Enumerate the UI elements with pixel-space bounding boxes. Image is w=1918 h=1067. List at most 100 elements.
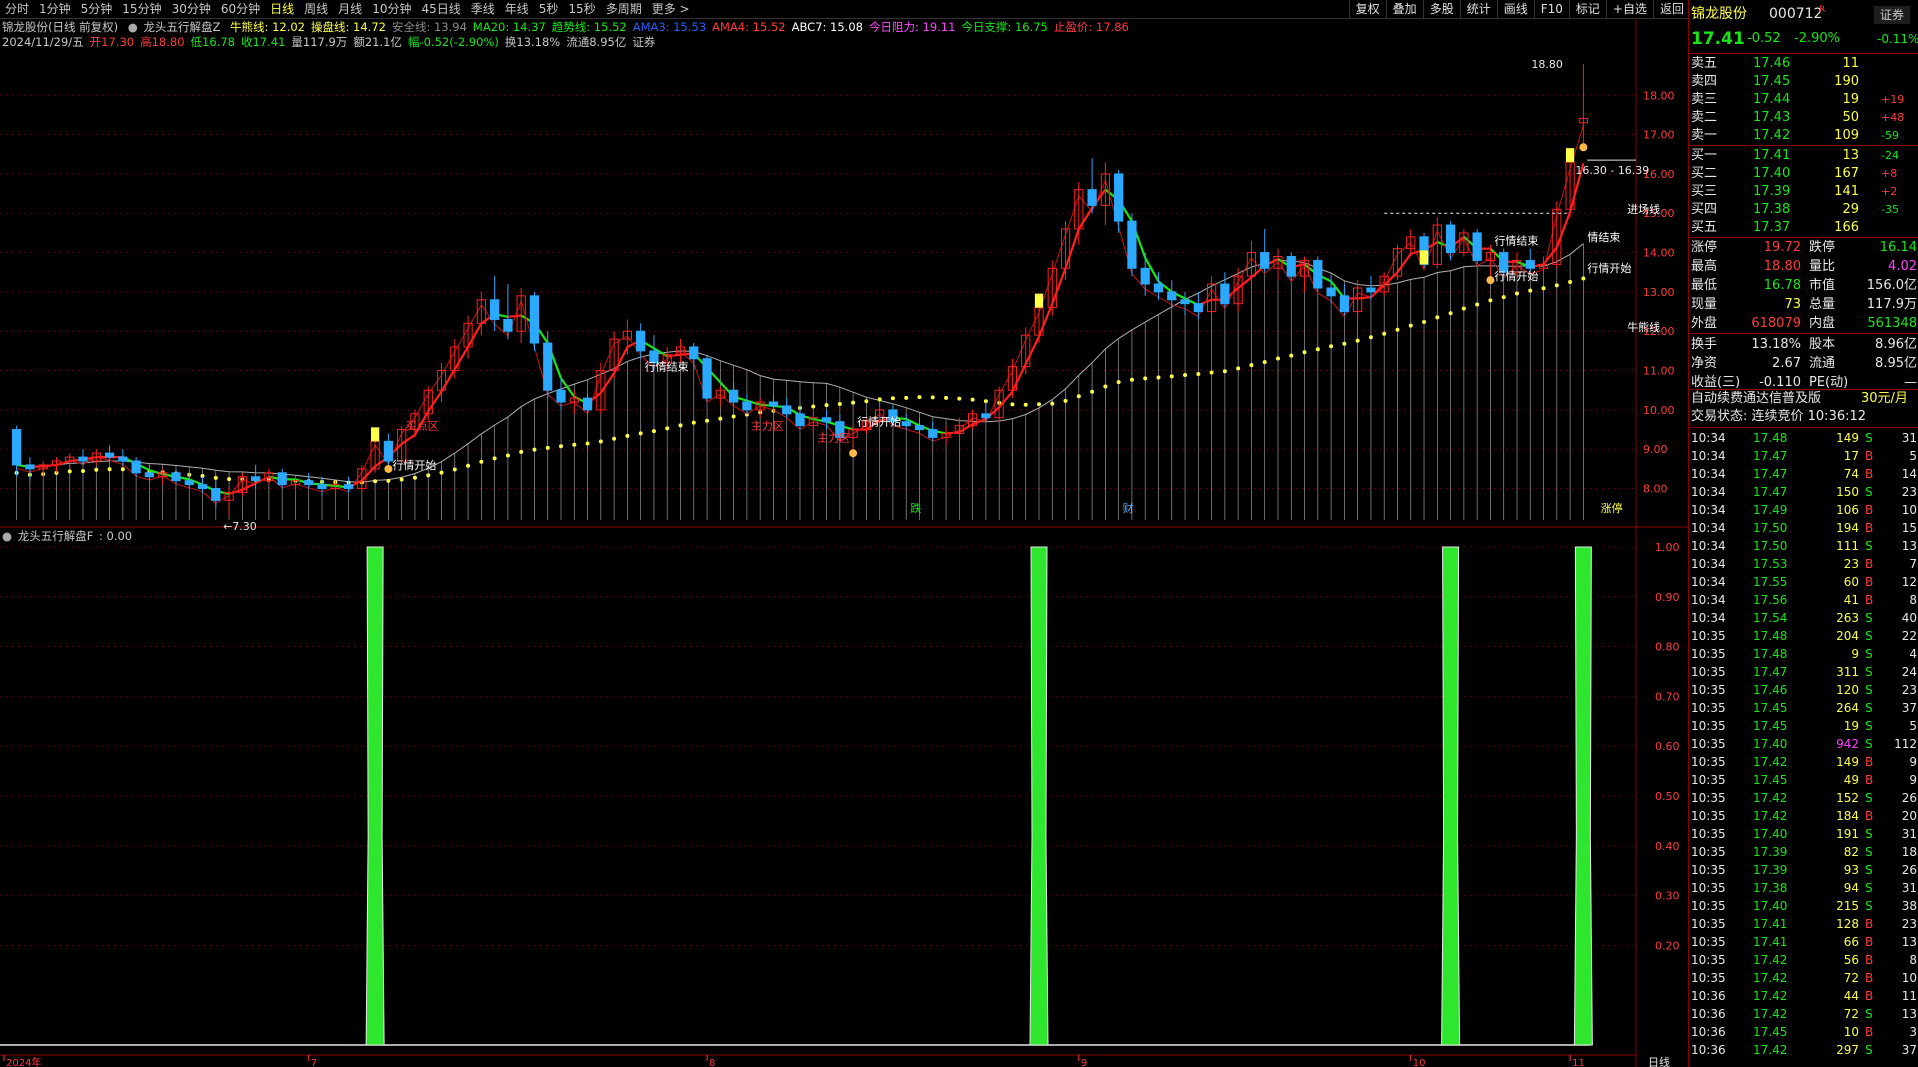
tick-volume: 82 [1843, 845, 1859, 859]
promo-text[interactable]: 自动续费通达信普及版 [1691, 390, 1821, 408]
sector-tag[interactable]: 证券 [1874, 6, 1911, 24]
asks-price: 17.43 [1753, 110, 1791, 125]
tick-side: S [1865, 719, 1873, 733]
candle [543, 331, 553, 399]
candle [51, 457, 62, 473]
y-tick-label: 10.00 [1643, 404, 1675, 417]
trend-line-segment [1396, 253, 1412, 273]
bull-bear-dot [1568, 279, 1573, 284]
range-label: 16.30 - 16.39 [1575, 164, 1649, 177]
tick-side: B [1865, 521, 1874, 535]
tick-price: 17.55 [1753, 575, 1788, 589]
tick-volume: 215 [1836, 899, 1859, 913]
trend-line-segment [1237, 276, 1253, 289]
trend-line-segment [453, 346, 470, 370]
tick-side: S [1865, 827, 1873, 841]
candle [609, 331, 619, 379]
stat-row: 外盘 618079 内盘 561348 [1689, 315, 1918, 333]
stat-label: 流通 [1809, 356, 1836, 371]
tick-row: 10:36 17.42 44 B 11 [1689, 987, 1918, 1005]
tick-side: S [1865, 737, 1873, 751]
tick-count: 4 [1909, 647, 1917, 661]
sub-y-tick-label: 0.30 [1655, 890, 1680, 903]
stat-label: 跌停 [1809, 240, 1836, 255]
asks-level[interactable]: 卖二 17.43 50 +48 [1689, 109, 1918, 127]
tick-volume: 120 [1836, 683, 1859, 697]
subchart-settings-icon[interactable]: ● [2, 529, 12, 543]
subchart-indicator-name[interactable]: 龙头五行解盘F [18, 529, 94, 543]
tick-side: S [1865, 1007, 1873, 1021]
tick-price: 17.53 [1753, 557, 1788, 571]
candle [1313, 256, 1323, 292]
tick-row: 10:35 17.39 82 S 18 [1689, 843, 1918, 861]
bull-bear-dot [877, 397, 882, 402]
bids-level[interactable]: 买二 17.40 167 +8 [1689, 165, 1918, 183]
candle [383, 433, 394, 465]
candle [742, 394, 752, 414]
tick-volume: 93 [1843, 863, 1859, 877]
promo-row[interactable]: 自动续费通达信普及版 30元/月 [1689, 390, 1918, 408]
bull-bear-dot [837, 402, 842, 407]
bull-bear-dot [1488, 298, 1493, 303]
bids-level[interactable]: 买五 17.37 166 [1689, 219, 1918, 237]
candle [197, 476, 208, 493]
stat-value: 8.96亿 [1875, 337, 1917, 352]
tick-row: 10:35 17.47 311 S 24 [1689, 663, 1918, 681]
tick-volume: 184 [1836, 809, 1859, 823]
stat-label: 内盘 [1809, 316, 1836, 331]
tick-side: B [1865, 971, 1874, 985]
stat-label: 总量 [1809, 297, 1836, 312]
tick-time: 10:35 [1691, 719, 1726, 733]
asks-level[interactable]: 卖五 17.46 11 [1689, 55, 1918, 73]
trend-line-segment [467, 322, 483, 348]
tick-time: 10:35 [1691, 935, 1726, 949]
tick-row: 10:34 17.47 150 S 23 [1689, 483, 1918, 501]
candle [38, 461, 48, 477]
signal-candle [1419, 250, 1429, 265]
bull-bear-dot [1355, 338, 1360, 343]
tick-price: 17.42 [1753, 809, 1788, 823]
stat-value: 561348 [1867, 316, 1917, 331]
stat-label: 股本 [1809, 337, 1836, 352]
bull-bear-dot [665, 426, 670, 431]
tick-price: 17.42 [1753, 971, 1788, 985]
asks-label: 卖四 [1691, 74, 1718, 89]
asks-level[interactable]: 卖四 17.45 190 [1689, 73, 1918, 91]
tick-row: 10:35 17.38 94 S 31 [1689, 879, 1918, 897]
tick-volume: 149 [1836, 755, 1859, 769]
bids-level[interactable]: 买三 17.39 141 +2 [1689, 183, 1918, 201]
asks-level[interactable]: 卖一 17.42 109 -59 [1689, 127, 1918, 145]
y-tick-label: 17.00 [1643, 129, 1675, 142]
tick-side: B [1865, 575, 1874, 589]
stat-value: 8.95亿 [1875, 356, 1917, 371]
tick-count: 23 [1901, 917, 1917, 931]
tick-time: 10:36 [1691, 989, 1726, 1003]
bull-bear-dot [479, 459, 484, 464]
asks-level[interactable]: 卖三 17.44 19 +19 [1689, 91, 1918, 109]
stat-label: 净资 [1691, 356, 1718, 371]
bids-price: 17.38 [1753, 202, 1791, 217]
tick-time: 10:35 [1691, 899, 1726, 913]
kline-chart[interactable]: 18.0017.0016.0015.0014.0013.0012.0011.00… [0, 0, 1688, 1067]
tick-row: 10:35 17.45 264 S 37 [1689, 699, 1918, 717]
asks-price: 17.46 [1753, 56, 1791, 71]
candle [1180, 291, 1190, 316]
bids-level[interactable]: 买四 17.38 29 -35 [1689, 201, 1918, 219]
tick-count: 31 [1901, 881, 1917, 895]
tick-time: 10:35 [1691, 755, 1726, 769]
asks-price: 17.44 [1753, 92, 1791, 107]
chart-annotation: 行情开始 [1494, 269, 1538, 283]
chart-annotation: 行情结束 [1494, 235, 1538, 248]
tick-price: 17.40 [1753, 737, 1788, 751]
bids-volume: 141 [1834, 184, 1859, 199]
asks-volume: 11 [1842, 56, 1859, 71]
tick-count: 13 [1901, 539, 1917, 553]
period-label: 日线 [1648, 1055, 1670, 1067]
tick-volume: 263 [1836, 611, 1859, 625]
tick-row: 10:36 17.42 297 S 37 [1689, 1041, 1918, 1059]
bids-level[interactable]: 买一 17.41 13 -24 [1689, 147, 1918, 165]
sub-y-tick-label: 0.60 [1655, 740, 1680, 753]
candle [343, 476, 354, 493]
tick-time: 10:34 [1691, 467, 1726, 481]
tick-time: 10:34 [1691, 431, 1726, 445]
